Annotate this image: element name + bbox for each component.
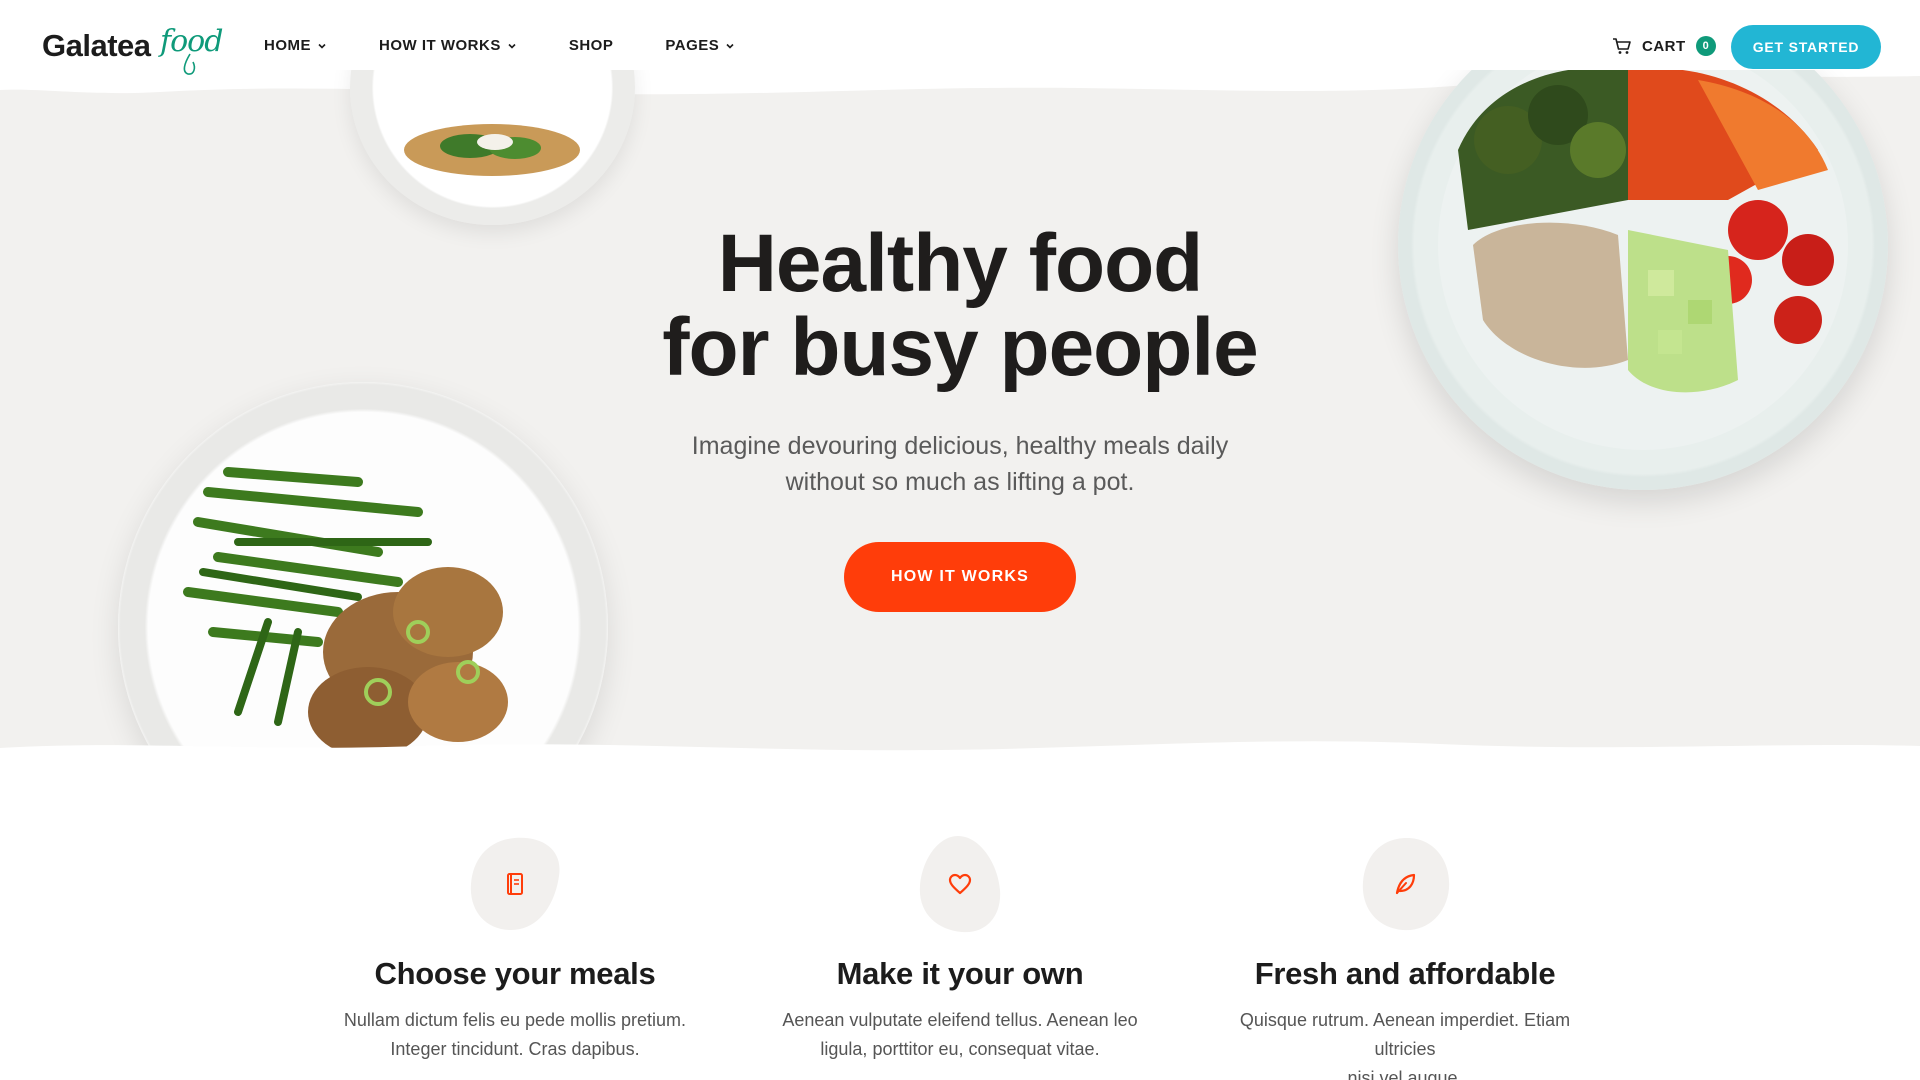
nav-item-label: SHOP (568, 37, 614, 54)
brand-logo[interactable]: Galatea food (42, 24, 232, 78)
feature-text-line: ligula, porttitor eu, consequat vitae. (820, 1039, 1100, 1059)
book-icon (507, 873, 523, 895)
salad-food-graphic (1438, 70, 1848, 450)
feature-text-line: Aenean vulputate eleifend tellus. Aenean… (782, 1010, 1138, 1030)
hero-title-line: for busy people (662, 302, 1259, 393)
nav-item-label: PAGES (665, 37, 720, 54)
beans-chicken-food-graphic (183, 467, 508, 757)
get-started-button[interactable]: GET STARTED (1731, 25, 1881, 69)
brand-name: Galatea (42, 28, 151, 63)
cart-link[interactable]: CART 0 (1612, 36, 1716, 56)
cart-count-badge: 0 (1695, 36, 1716, 56)
dish-image-green-beans-chicken (118, 382, 608, 770)
hero-subtitle: Imagine devouring delicious, healthy mea… (660, 428, 1260, 500)
nav-item-pages[interactable]: PAGES (665, 37, 735, 54)
how-it-works-button[interactable]: HOW IT WORKS (844, 542, 1076, 612)
site-header: Galatea food HOME HOW IT WORKS SHOP PAGE… (0, 0, 1920, 96)
feature-text-line: Nullam dictum felis eu pede mollis preti… (343, 1010, 687, 1030)
cart-label: CART (1642, 37, 1686, 55)
chevron-down-icon (726, 43, 734, 49)
hero-subtitle-line: Imagine devouring delicious, healthy mea… (691, 432, 1229, 460)
feature-title: Choose your meals (374, 956, 656, 991)
logo-flourish-icon (183, 53, 196, 75)
hero-wave-bottom (0, 741, 1920, 770)
feature-title: Fresh and affordable (1254, 956, 1556, 991)
feature-text-line: nisi vel augue. (1347, 1068, 1463, 1080)
feature-text-line: Integer tincidunt. Cras dapibus. (390, 1039, 640, 1059)
chevron-down-icon (508, 43, 516, 49)
nav-item-shop[interactable]: SHOP (569, 37, 614, 54)
cart-icon (1613, 38, 1631, 54)
feature-text-line: Quisque rutrum. Aenean imperdiet. Etiam … (1239, 1010, 1571, 1059)
leaf-icon (1395, 873, 1416, 895)
hero-title-line: Healthy food (717, 218, 1204, 309)
nav-item-label: HOME (264, 37, 311, 54)
hero-section: Healthy food for busy people Imagine dev… (0, 70, 1920, 770)
nav-item-home[interactable]: HOME (264, 37, 327, 54)
chevron-down-icon (318, 43, 326, 49)
heart-icon (948, 873, 972, 895)
nav-item-how-it-works[interactable]: HOW IT WORKS (379, 37, 517, 54)
feature-text: Aenean vulputate eleifend tellus. Aenean… (780, 1006, 1140, 1064)
feature-title: Make it your own (836, 956, 1084, 991)
dish-image-salad-bowl (1398, 70, 1888, 490)
main-nav: HOME HOW IT WORKS SHOP PAGES (264, 37, 787, 54)
hero-title: Healthy food for busy people (560, 222, 1360, 390)
feature-text: Quisque rutrum. Aenean imperdiet. Etiam … (1225, 1006, 1585, 1080)
hero-subtitle-line: without so much as lifting a pot. (785, 468, 1135, 496)
feature-text: Nullam dictum felis eu pede mollis preti… (335, 1006, 695, 1064)
nav-item-label: HOW IT WORKS (379, 37, 501, 54)
